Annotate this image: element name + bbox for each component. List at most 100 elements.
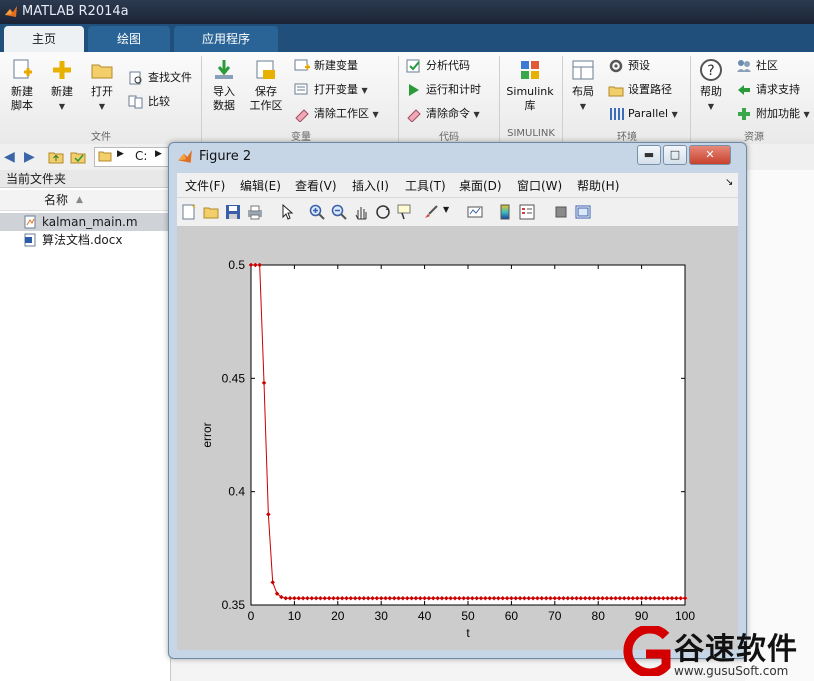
- link-plot-icon[interactable]: [467, 204, 483, 220]
- new-button[interactable]: 新建 ▼: [44, 58, 80, 114]
- close-button[interactable]: ✕: [689, 145, 731, 165]
- chevron-down-icon: ▼: [803, 110, 810, 119]
- minimize-button[interactable]: ▬: [637, 145, 661, 165]
- matlab-logo-icon: [5, 6, 17, 17]
- watermark: 谷速软件 www.gusuSoft.com: [612, 622, 814, 681]
- menu-dock-arrow-icon[interactable]: ↘: [725, 177, 733, 188]
- run-and-time-button[interactable]: 运行和计时: [406, 80, 481, 100]
- matlab-logo-icon: [178, 150, 192, 163]
- simulink-library-icon: [521, 61, 539, 79]
- menu-view[interactable]: 查看(V): [295, 177, 337, 194]
- help-icon: ?: [700, 59, 722, 81]
- tab-home[interactable]: 主页: [4, 26, 84, 52]
- open-variable-button[interactable]: 打开变量 ▼: [294, 80, 368, 100]
- file-row[interactable]: kalman_main.m: [0, 213, 170, 231]
- menu-help[interactable]: 帮助(H): [577, 177, 619, 194]
- pan-icon[interactable]: [353, 204, 369, 220]
- current-folder-panel: 当前文件夹 名称 ▲ kalman_main.m 算法文档.docx: [0, 170, 171, 681]
- new-variable-button[interactable]: 新建变量: [294, 56, 358, 76]
- menu-tools[interactable]: 工具(T): [405, 177, 446, 194]
- tab-plots[interactable]: 绘图: [88, 26, 170, 52]
- matlab-title-bar: MATLAB R2014a: [0, 0, 814, 24]
- clear-workspace-button[interactable]: 清除工作区 ▼: [294, 104, 379, 124]
- clear-commands-button[interactable]: 清除命令 ▼: [406, 104, 480, 124]
- add-ons-button[interactable]: 附加功能 ▼: [736, 104, 810, 124]
- layout-icon: [572, 60, 594, 80]
- legend-icon[interactable]: [519, 204, 535, 220]
- community-button[interactable]: 社区: [736, 56, 778, 76]
- group-label-code: 代码: [439, 132, 459, 143]
- colorbar-icon[interactable]: [497, 204, 513, 220]
- save-workspace-label: 保存 工作区: [249, 85, 283, 112]
- request-support-button[interactable]: 请求支持: [736, 80, 800, 100]
- file-name: kalman_main.m: [42, 215, 138, 229]
- open-variable-label: 打开变量: [314, 83, 358, 96]
- gusu-logo-icon: [623, 626, 671, 676]
- layout-button[interactable]: 布局 ▼: [566, 58, 600, 114]
- plot-area: [250, 264, 686, 606]
- rotate-3d-icon[interactable]: [375, 204, 391, 220]
- open-file-icon[interactable]: [203, 204, 219, 220]
- set-path-label: 设置路径: [628, 83, 672, 96]
- x-tick-label: 60: [505, 609, 519, 623]
- data-cursor-icon[interactable]: [397, 204, 413, 220]
- up-folder-icon[interactable]: [48, 149, 64, 165]
- set-path-button[interactable]: 设置路径: [608, 80, 672, 100]
- path-field[interactable]: ▶ C: ▶: [94, 147, 170, 167]
- zoom-in-icon[interactable]: [309, 204, 325, 220]
- save-workspace-button[interactable]: 保存 工作区: [246, 58, 286, 113]
- request-support-label: 请求支持: [756, 83, 800, 96]
- new-figure-icon[interactable]: [181, 204, 197, 220]
- parallel-button[interactable]: Parallel ▼: [608, 104, 678, 124]
- tab-apps[interactable]: 应用程序: [174, 26, 278, 52]
- clear-workspace-icon: [295, 109, 309, 122]
- new-script-label: 新建 脚本: [11, 85, 33, 112]
- analyze-code-button[interactable]: 分析代码: [406, 56, 470, 76]
- preferences-button[interactable]: 预设: [608, 56, 650, 76]
- group-label-simulink: SIMULINK: [507, 128, 555, 139]
- simulink-library-label: Simulink 库: [506, 85, 554, 112]
- close-icon: ✕: [705, 148, 715, 161]
- compare-button[interactable]: 比较: [128, 92, 170, 112]
- hide-plot-tools-icon[interactable]: [553, 204, 569, 220]
- help-button[interactable]: ? 帮助 ▼: [694, 58, 728, 114]
- x-tick-label: 40: [418, 609, 432, 623]
- gear-icon: [609, 59, 623, 73]
- menu-file[interactable]: 文件(F): [185, 177, 225, 194]
- x-tick-label: 30: [375, 609, 389, 623]
- browse-folder-icon[interactable]: [70, 149, 86, 165]
- back-arrow-icon[interactable]: ◀: [4, 149, 15, 165]
- brush-dropdown-icon[interactable]: ▼: [443, 205, 449, 214]
- zoom-out-icon[interactable]: [331, 204, 347, 220]
- import-data-button[interactable]: 导入 数据: [206, 58, 242, 113]
- run-and-time-label: 运行和计时: [426, 83, 481, 96]
- menu-desktop[interactable]: 桌面(D): [459, 177, 502, 194]
- open-variable-icon: [294, 83, 308, 95]
- add-ons-plus-icon: [738, 108, 750, 120]
- simulink-library-button[interactable]: Simulink 库: [504, 58, 556, 113]
- menu-insert[interactable]: 插入(I): [352, 177, 389, 194]
- find-files-button[interactable]: 查找文件: [128, 68, 192, 88]
- new-script-button[interactable]: 新建 脚本: [4, 58, 40, 113]
- forward-arrow-icon[interactable]: ▶: [24, 149, 35, 165]
- file-row[interactable]: 算法文档.docx: [0, 231, 170, 249]
- maximize-button[interactable]: □: [663, 145, 687, 165]
- x-tick-label: 100: [675, 609, 695, 623]
- y-tick-label: 0.35: [222, 598, 246, 612]
- open-button[interactable]: 打开 ▼: [84, 58, 120, 114]
- save-icon[interactable]: [225, 204, 241, 220]
- pointer-icon[interactable]: [279, 204, 295, 220]
- group-label-environment: 环境: [617, 132, 637, 143]
- show-plot-tools-icon[interactable]: [575, 204, 591, 220]
- m-file-icon: [24, 215, 36, 229]
- menu-window[interactable]: 窗口(W): [517, 177, 562, 194]
- column-header[interactable]: 名称 ▲: [0, 190, 170, 211]
- find-files-label: 查找文件: [148, 71, 192, 84]
- brush-icon[interactable]: [423, 204, 439, 220]
- figure-title-bar[interactable]: Figure 2 ▬ □ ✕: [169, 143, 746, 171]
- menu-edit[interactable]: 编辑(E): [240, 177, 281, 194]
- ribbon-divider: [201, 56, 202, 142]
- print-icon[interactable]: [247, 204, 263, 220]
- x-axis-label: t: [466, 626, 470, 640]
- error-plot[interactable]: 0 10 20 30 40 50 60 70 80 90 100 0.35 0.4 0.45 0.5 t err…: [177, 227, 738, 650]
